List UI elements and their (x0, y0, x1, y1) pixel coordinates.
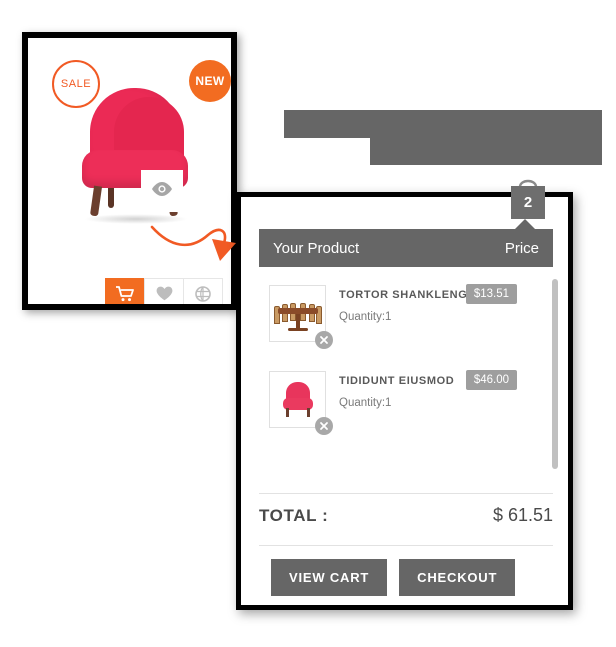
divider-below-total (259, 545, 553, 546)
cart-icon (115, 285, 134, 305)
cart-header-product: Your Product (273, 239, 360, 257)
cart-item-name: TIDIDUNT EIUSMOD (339, 375, 455, 387)
cart-item-row[interactable]: TORTOR SHANKLENG Quantity:1 $13.51 (259, 279, 559, 365)
cart-item-row[interactable]: TIDIDUNT EIUSMOD Quantity:1 $46.00 (259, 365, 559, 451)
cart-item-quantity: Quantity:1 (339, 397, 392, 409)
cart-item-name: TORTOR SHANKLENG (339, 289, 468, 301)
cart-count-value: 2 (523, 193, 533, 211)
compare-icon (195, 285, 211, 305)
screen: SALE NEW 2 Your Product Price TORTOR SHA… (0, 0, 616, 647)
eye-icon (151, 181, 173, 201)
product-action-buttons (105, 278, 223, 304)
cart-table-header: Your Product Price (259, 229, 553, 267)
add-to-cart-button[interactable] (105, 278, 145, 304)
mini-cart-inner: 2 Your Product Price TORTOR SHANKLENG Qu… (241, 179, 568, 605)
cart-total-label: TOTAL : (259, 506, 329, 525)
cart-scrollbar-thumb[interactable] (552, 279, 558, 469)
cart-item-quantity: Quantity:1 (339, 311, 392, 323)
new-badge-label: NEW (195, 74, 225, 88)
remove-x-icon (320, 336, 328, 344)
product-card[interactable]: SALE NEW (22, 32, 237, 310)
new-badge: NEW (189, 60, 231, 102)
cart-item-remove-button[interactable] (315, 331, 333, 349)
quick-view-overlay[interactable] (141, 170, 183, 212)
cart-item-price: $13.51 (465, 284, 517, 304)
remove-x-icon (320, 422, 328, 430)
divider-above-total (259, 493, 553, 494)
chair-leg-front-left (89, 185, 103, 217)
checkout-button[interactable]: CHECKOUT (399, 559, 516, 596)
backdrop-block-right (370, 110, 602, 165)
wishlist-button[interactable] (144, 278, 184, 304)
cart-item-price: $46.00 (465, 370, 517, 390)
pink-armchair-image (282, 382, 314, 420)
cart-count-badge: 2 (506, 175, 550, 221)
cart-total-row: TOTAL : $ 61.51 (259, 505, 553, 526)
mini-cart-panel[interactable]: 2 Your Product Price TORTOR SHANKLENG Qu… (236, 179, 573, 610)
cart-header-price: Price (504, 239, 539, 257)
cart-item-remove-button[interactable] (315, 417, 333, 435)
cart-items-list: TORTOR SHANKLENG Quantity:1 $13.51 TIDID… (259, 279, 559, 475)
cart-action-buttons: VIEW CART CHECKOUT (271, 559, 516, 596)
cart-total-value: $ 61.51 (492, 505, 553, 525)
view-cart-button[interactable]: VIEW CART (271, 559, 388, 596)
compare-button[interactable] (183, 278, 223, 304)
heart-icon (156, 286, 173, 304)
product-card-inner: SALE NEW (28, 38, 231, 304)
